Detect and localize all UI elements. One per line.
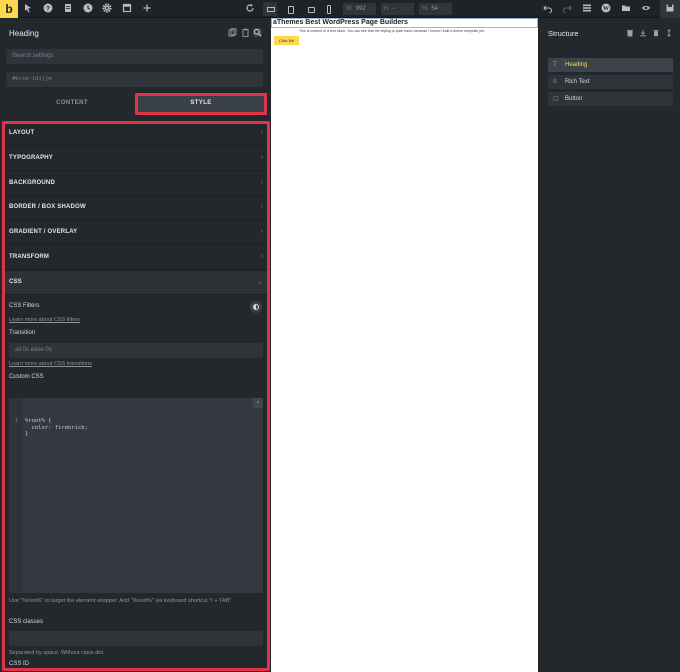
save-button[interactable] <box>660 0 680 18</box>
folder-icon[interactable] <box>620 3 632 15</box>
pointer-icon[interactable] <box>22 3 34 15</box>
element-settings-panel: Heading Search settings #brxe-tdijjm CON… <box>0 18 271 672</box>
templates-icon[interactable] <box>121 3 133 15</box>
tablet-portrait-icon <box>308 7 315 13</box>
canvas-width-field[interactable]: W 992 <box>343 3 376 15</box>
structure-item-label: Heading <box>565 62 588 68</box>
heading-icon: T <box>553 62 557 68</box>
zoom-value: 54 <box>431 6 439 12</box>
style-panel-highlight <box>2 121 270 671</box>
element-id-field[interactable]: #brxe-tdijjm <box>6 72 263 87</box>
save-icon <box>664 3 676 15</box>
settings-icon[interactable] <box>101 3 113 15</box>
mobile-breakpoint-button[interactable] <box>321 2 335 16</box>
bricks-logo[interactable]: b <box>0 0 18 18</box>
width-value: 992 <box>355 6 366 12</box>
mobile-icon <box>327 5 331 14</box>
panel-title: Heading <box>9 29 39 38</box>
style-tab-highlight <box>135 93 267 115</box>
structure-item-rich-text[interactable]: ≡ Rich Text <box>548 75 673 89</box>
svg-text:?: ? <box>46 5 50 12</box>
tablet-landscape-breakpoint-button[interactable] <box>283 2 297 16</box>
structure-title: Structure <box>548 29 579 38</box>
structure-panel: Structure T Heading ≡ Rich Text ▢ Button <box>538 18 680 672</box>
pages-icon[interactable] <box>62 3 74 15</box>
preview-eye-icon[interactable] <box>640 3 652 15</box>
structure-item-label: Rich Text <box>565 79 590 85</box>
button-icon: ▢ <box>553 96 559 102</box>
height-label: H <box>384 6 389 12</box>
search-settings-input[interactable]: Search settings <box>6 49 263 64</box>
canvas-heading[interactable]: aThemes Best WordPress Page Builders <box>273 19 408 26</box>
zoom-field[interactable]: % 54 <box>419 3 452 15</box>
structure-item-heading[interactable]: T Heading <box>548 58 673 72</box>
rich-text-icon: ≡ <box>553 79 557 85</box>
copy-icon[interactable] <box>228 28 237 37</box>
structure-item-button[interactable]: ▢ Button <box>548 92 673 106</box>
tablet-landscape-icon <box>288 6 294 14</box>
structure-panel-icon[interactable] <box>581 3 593 15</box>
download-icon[interactable] <box>639 29 647 37</box>
search-icon[interactable] <box>253 28 262 37</box>
canvas-button[interactable]: Click Me <box>274 36 299 45</box>
delete-icon[interactable] <box>652 29 660 37</box>
undo-icon[interactable] <box>542 3 554 15</box>
tablet-portrait-breakpoint-button[interactable] <box>303 2 317 16</box>
desktop-icon <box>267 7 275 12</box>
canvas-rich-text[interactable]: This is content in a text block. You can… <box>299 29 485 33</box>
add-element-icon[interactable] <box>141 3 153 15</box>
trash-icon[interactable] <box>626 29 634 37</box>
refresh-icon[interactable] <box>244 3 256 15</box>
svg-text:W: W <box>603 6 609 12</box>
expand-icon[interactable] <box>665 29 673 37</box>
redo-icon[interactable] <box>561 3 573 15</box>
desktop-breakpoint-button[interactable] <box>263 2 277 16</box>
history-icon[interactable] <box>82 3 94 15</box>
canvas-height-field[interactable]: H- <box>381 3 414 15</box>
structure-item-label: Button <box>565 96 583 102</box>
tab-content[interactable]: CONTENT <box>10 94 134 113</box>
zoom-label: % <box>422 6 428 12</box>
help-icon[interactable]: ? <box>42 3 54 15</box>
top-toolbar: b ? W 992 H- % 54 W <box>0 0 680 18</box>
width-label: W <box>346 6 352 12</box>
paste-icon[interactable] <box>241 28 250 37</box>
preview-canvas: aThemes Best WordPress Page Builders Thi… <box>271 18 538 672</box>
wordpress-icon[interactable]: W <box>600 3 612 15</box>
height-value: - <box>392 6 395 12</box>
